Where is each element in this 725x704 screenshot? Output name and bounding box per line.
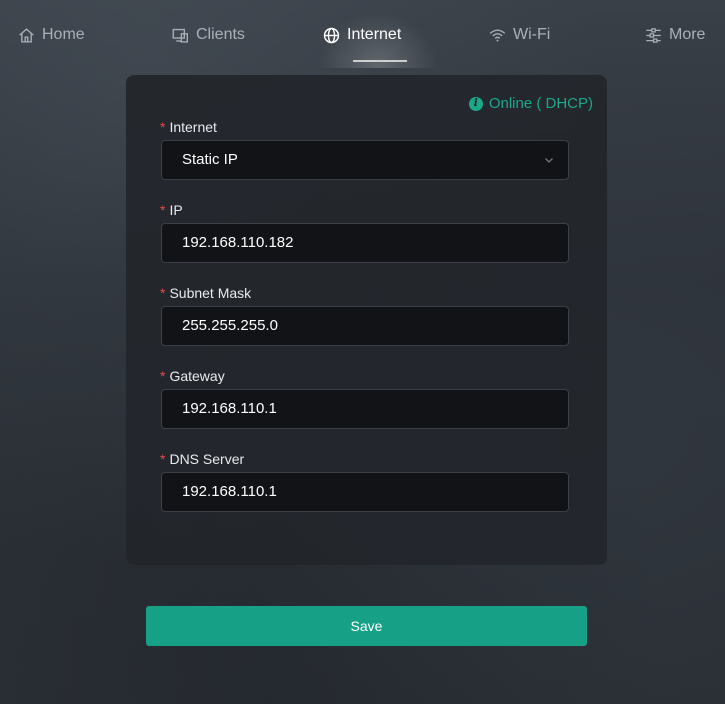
tab-internet[interactable]: Internet (323, 8, 401, 62)
connection-status-text: Online ( DHCP) (488, 95, 593, 112)
more-icon (646, 27, 661, 43)
tab-wifi[interactable]: Wi-Fi (489, 8, 550, 62)
active-tab-indicator (353, 60, 407, 62)
tab-more[interactable]: More (645, 8, 705, 62)
globe-icon (323, 27, 340, 43)
tab-clients[interactable]: Clients (172, 8, 245, 62)
internet-settings-card: i Online ( DHCP) * Internet Static IP * IP… (126, 75, 607, 565)
required-mark: * (160, 368, 166, 384)
internet-type-value: Static IP (182, 151, 238, 168)
clients-icon (172, 28, 188, 43)
ip-field-box (161, 223, 569, 263)
subnet-mask-label: * Subnet Mask (160, 285, 251, 301)
app-frame: Home Clients Internet Wi-Fi More i Onlin… (8, 8, 725, 704)
tab-more-label: More (669, 26, 706, 43)
save-button[interactable]: Save (146, 606, 587, 646)
gateway-input[interactable] (182, 390, 542, 428)
dns-server-label: * DNS Server (160, 451, 244, 467)
info-icon: i (468, 96, 483, 111)
ip-input[interactable] (182, 224, 542, 262)
ip-label: * IP (160, 202, 183, 218)
connection-status: i Online ( DHCP) (468, 95, 593, 112)
gateway-label-text: Gateway (169, 368, 225, 384)
tab-wifi-label: Wi-Fi (513, 26, 551, 43)
top-nav: Home Clients Internet Wi-Fi More (8, 8, 725, 68)
internet-label: * Internet (160, 119, 217, 135)
wifi-icon (489, 29, 506, 42)
tab-clients-label: Clients (196, 26, 245, 43)
internet-label-text: Internet (169, 119, 217, 135)
ip-label-text: IP (169, 202, 183, 218)
dns-server-field-box (161, 472, 569, 512)
gateway-field-box (161, 389, 569, 429)
dns-server-input[interactable] (182, 473, 542, 511)
tab-internet-label: Internet (347, 26, 402, 43)
dns-server-label-text: DNS Server (169, 451, 245, 467)
home-icon (19, 27, 34, 43)
required-mark: * (160, 451, 166, 467)
subnet-mask-label-text: Subnet Mask (169, 285, 252, 301)
internet-type-select[interactable]: Static IP (161, 140, 569, 180)
gateway-label: * Gateway (160, 368, 225, 384)
tab-home-label: Home (42, 26, 85, 43)
subnet-mask-field-box (161, 306, 569, 346)
tab-home[interactable]: Home (18, 8, 85, 62)
required-mark: * (160, 119, 166, 135)
chevron-down-icon (545, 158, 553, 163)
required-mark: * (160, 285, 166, 301)
subnet-mask-input[interactable] (182, 307, 542, 345)
required-mark: * (160, 202, 166, 218)
